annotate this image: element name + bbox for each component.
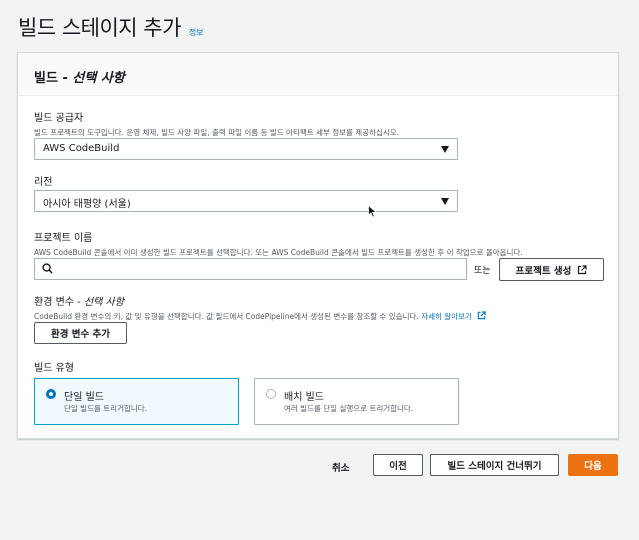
- skip-build-stage-button[interactable]: 빌드 스테이지 건너뛰기: [430, 454, 559, 476]
- build-panel: 빌드 - 선택 사항 빌드 공급자 빌드 프로젝트의 도구입니다. 운영 체제,…: [17, 52, 619, 439]
- project-name-field: 프로젝트 이름 AWS CodeBuild 콘솔에서 이미 생성한 빌드 프로젝…: [34, 229, 604, 281]
- external-link-icon: [578, 264, 587, 274]
- env-vars-description: CodeBuild 환경 변수의 키, 값 및 유형을 선택합니다. 값 필드에…: [34, 311, 486, 322]
- region-label: 리전: [34, 177, 53, 188]
- single-build-description: 단일 빌드를 트리거합니다.: [64, 404, 148, 413]
- env-vars-label: 환경 변수 - 선택 사항: [34, 293, 486, 308]
- single-build-radio[interactable]: [46, 389, 56, 399]
- external-link-icon: [478, 311, 486, 320]
- caret-down-icon: [441, 198, 449, 205]
- add-env-var-button[interactable]: 환경 변수 추가: [34, 322, 127, 344]
- build-type-label: 빌드 유형: [34, 363, 74, 374]
- batch-build-tile[interactable]: 배치 빌드 여러 빌드를 단일 실행으로 트리거합니다.: [254, 378, 459, 425]
- env-vars-field: 환경 변수 - 선택 사항 CodeBuild 환경 변수의 키, 값 및 유형…: [34, 293, 486, 344]
- project-name-label: 프로젝트 이름: [34, 233, 93, 244]
- project-name-description: AWS CodeBuild 콘솔에서 이미 생성한 빌드 프로젝트를 선택합니다…: [34, 248, 523, 257]
- project-search-row: 또는 프로젝트 생성: [34, 258, 604, 282]
- panel-title: 빌드 -: [34, 71, 73, 86]
- region-select[interactable]: 아시아 태평양 (서울): [34, 190, 458, 212]
- or-text: 또는: [474, 266, 491, 276]
- batch-build-description: 여러 빌드를 단일 실행으로 트리거합니다.: [284, 404, 414, 413]
- region-value: 아시아 태평양 (서울): [43, 199, 131, 210]
- page-header: 빌드 스테이지 추가 정보: [18, 12, 204, 42]
- build-provider-select[interactable]: AWS CodeBuild: [34, 138, 458, 160]
- mouse-cursor-icon: [368, 205, 377, 218]
- batch-build-radio[interactable]: [266, 389, 276, 399]
- panel-header: 빌드 - 선택 사항: [18, 53, 618, 96]
- next-button[interactable]: 다음: [568, 454, 618, 476]
- previous-button[interactable]: 이전: [373, 454, 423, 476]
- build-provider-label: 빌드 공급자: [34, 113, 84, 124]
- info-link[interactable]: 정보: [189, 27, 204, 38]
- single-build-title: 단일 빌드: [64, 392, 104, 403]
- build-type-label-wrap: 빌드 유형: [34, 359, 74, 374]
- build-provider-value: AWS CodeBuild: [43, 143, 120, 154]
- single-build-tile[interactable]: 단일 빌드 단일 빌드를 트리거합니다.: [34, 378, 239, 425]
- search-icon: [42, 263, 53, 274]
- caret-down-icon: [441, 146, 449, 153]
- create-project-button[interactable]: 프로젝트 생성: [499, 258, 604, 281]
- project-search-input[interactable]: [34, 258, 467, 280]
- learn-more-link[interactable]: 자세히 알아보기: [421, 312, 472, 321]
- page-title: 빌드 스테이지 추가: [18, 16, 181, 40]
- cancel-button[interactable]: 취소: [332, 460, 349, 474]
- panel-title-optional: 선택 사항: [72, 71, 125, 86]
- batch-build-title: 배치 빌드: [284, 392, 324, 403]
- build-provider-description: 빌드 프로젝트의 도구입니다. 운영 체제, 빌드 사양 파일, 출력 파일 이…: [34, 128, 400, 137]
- create-project-label: 프로젝트 생성: [515, 265, 572, 277]
- region-field: 리전 아시아 태평양 (서울): [34, 173, 458, 212]
- build-provider-field: 빌드 공급자 빌드 프로젝트의 도구입니다. 운영 체제, 빌드 사양 파일, …: [34, 109, 458, 160]
- env-vars-label-main: 환경 변수 -: [34, 297, 84, 308]
- env-vars-description-text: CodeBuild 환경 변수의 키, 값 및 유형을 선택합니다. 값 필드에…: [34, 312, 419, 321]
- env-vars-label-optional: 선택 사항: [83, 297, 124, 308]
